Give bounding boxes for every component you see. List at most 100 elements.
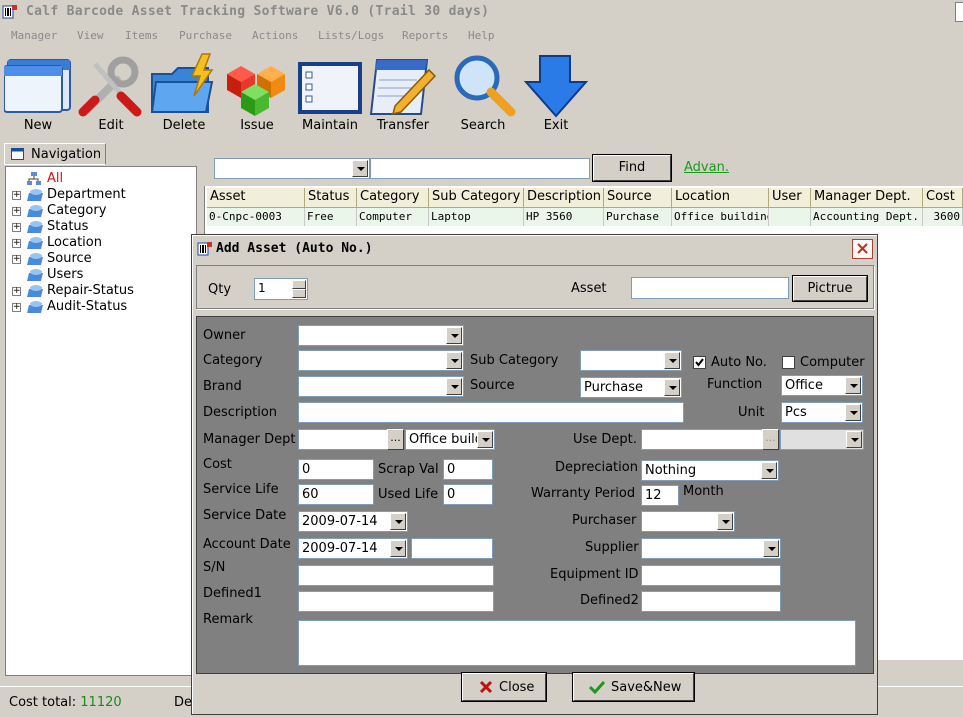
equipment-id-input[interactable] bbox=[641, 565, 781, 586]
stepper-down-icon[interactable] bbox=[292, 289, 306, 298]
service-life-input[interactable]: 60 bbox=[298, 484, 374, 505]
window-control-button[interactable] bbox=[955, 2, 963, 22]
toolbar-edit-button[interactable]: Edit bbox=[74, 48, 148, 138]
chevron-down-icon[interactable] bbox=[446, 352, 462, 369]
used-life-input[interactable]: 0 bbox=[443, 484, 493, 505]
purchaser-select[interactable] bbox=[641, 511, 735, 532]
expand-icon[interactable]: + bbox=[12, 207, 21, 216]
column-header-user[interactable]: User bbox=[769, 188, 811, 208]
chevron-down-icon[interactable] bbox=[446, 378, 462, 395]
column-header-manager-dept[interactable]: Manager Dept. bbox=[811, 188, 923, 208]
chevron-down-icon[interactable] bbox=[664, 379, 680, 396]
chevron-down-icon[interactable] bbox=[763, 540, 779, 557]
save-and-new-button[interactable]: Save&New bbox=[572, 672, 695, 702]
close-button[interactable]: Close bbox=[461, 672, 547, 702]
qty-stepper[interactable]: 1 bbox=[254, 278, 308, 300]
chevron-down-icon[interactable] bbox=[352, 160, 368, 177]
search-input[interactable] bbox=[370, 158, 590, 179]
manager-dept-browse-button[interactable]: ... bbox=[387, 429, 404, 450]
column-header-sub-category[interactable]: Sub Category bbox=[429, 188, 524, 208]
menu-view[interactable]: View bbox=[77, 29, 104, 42]
service-date-picker[interactable]: 2009-07-14 bbox=[298, 511, 408, 532]
expand-icon[interactable]: + bbox=[12, 255, 21, 264]
chevron-down-icon[interactable] bbox=[446, 327, 462, 344]
tree-item-all[interactable]: All bbox=[6, 171, 196, 187]
chevron-down-icon[interactable] bbox=[761, 462, 777, 479]
manager-dept-select[interactable]: Office build bbox=[405, 429, 495, 450]
computer-checkbox[interactable] bbox=[782, 356, 795, 369]
chevron-down-icon[interactable] bbox=[390, 513, 406, 530]
search-field-select[interactable] bbox=[214, 158, 370, 179]
column-header-location[interactable]: Location bbox=[672, 188, 769, 208]
supplier-select[interactable] bbox=[641, 538, 781, 559]
column-header-source[interactable]: Source bbox=[604, 188, 672, 208]
chevron-down-icon[interactable] bbox=[717, 513, 733, 530]
tree-item-status[interactable]: + Status bbox=[6, 219, 196, 235]
tab-navigation[interactable]: Navigation bbox=[4, 143, 106, 165]
account-date-extra-input[interactable] bbox=[411, 538, 493, 559]
column-header-description[interactable]: Description bbox=[524, 188, 604, 208]
chevron-down-icon[interactable] bbox=[845, 377, 861, 394]
menu-help[interactable]: Help bbox=[468, 29, 495, 42]
chevron-down-icon[interactable] bbox=[845, 404, 861, 421]
asset-input[interactable] bbox=[631, 277, 789, 299]
chevron-down-icon[interactable] bbox=[846, 431, 862, 448]
owner-select[interactable] bbox=[298, 325, 464, 346]
expand-icon[interactable]: + bbox=[12, 223, 21, 232]
column-header-asset[interactable]: Asset bbox=[207, 188, 305, 208]
remark-textarea[interactable] bbox=[298, 620, 856, 666]
use-dept-input[interactable] bbox=[641, 429, 763, 450]
menu-purchase[interactable]: Purchase bbox=[179, 29, 232, 42]
expand-icon[interactable]: + bbox=[12, 239, 21, 248]
source-select[interactable]: Purchase bbox=[580, 377, 682, 398]
warranty-period-input[interactable]: 12 bbox=[641, 485, 679, 506]
defined2-input[interactable] bbox=[641, 591, 781, 612]
expand-icon[interactable]: + bbox=[12, 303, 21, 312]
toolbar-search-button[interactable]: Search bbox=[446, 48, 520, 138]
tree-item-users[interactable]: Users bbox=[6, 267, 196, 283]
tree-item-category[interactable]: + Category bbox=[6, 203, 196, 219]
sn-input[interactable] bbox=[298, 565, 494, 586]
description-input[interactable] bbox=[298, 402, 684, 423]
toolbar-exit-button[interactable]: Exit bbox=[519, 48, 593, 138]
manager-dept-input[interactable] bbox=[298, 429, 388, 450]
account-date-picker[interactable]: 2009-07-14 bbox=[298, 538, 408, 559]
function-select[interactable]: Office bbox=[781, 375, 863, 396]
column-header-category[interactable]: Category bbox=[357, 188, 429, 208]
cost-input[interactable]: 0 bbox=[298, 459, 374, 480]
column-header-cost[interactable]: Cost bbox=[923, 188, 963, 208]
toolbar-delete-button[interactable]: Delete bbox=[147, 48, 221, 138]
expand-icon[interactable]: + bbox=[12, 191, 21, 200]
auto-no-checkbox[interactable] bbox=[693, 356, 706, 369]
use-dept-browse-button[interactable]: ... bbox=[762, 429, 779, 450]
tree-item-source[interactable]: + Source bbox=[6, 251, 196, 267]
toolbar-new-button[interactable]: New bbox=[1, 48, 75, 138]
brand-select[interactable] bbox=[298, 376, 464, 397]
chevron-down-icon[interactable] bbox=[664, 352, 680, 369]
defined1-input[interactable] bbox=[298, 591, 494, 612]
menu-lists-logs[interactable]: Lists/Logs bbox=[318, 29, 384, 42]
tree-item-audit-status[interactable]: + Audit-Status bbox=[6, 299, 196, 315]
tree-item-department[interactable]: + Department bbox=[6, 187, 196, 203]
expand-icon[interactable]: + bbox=[12, 287, 21, 296]
chevron-down-icon[interactable] bbox=[390, 540, 406, 557]
toolbar-transfer-button[interactable]: Transfer bbox=[366, 48, 440, 138]
dialog-close-button[interactable] bbox=[852, 239, 873, 259]
find-button[interactable]: Find bbox=[592, 154, 672, 182]
chevron-down-icon[interactable] bbox=[477, 431, 493, 448]
unit-select[interactable]: Pcs bbox=[781, 402, 863, 423]
scrap-val-input[interactable]: 0 bbox=[443, 459, 493, 480]
use-dept-select[interactable] bbox=[780, 429, 864, 450]
depreciation-select[interactable]: Nothing bbox=[641, 460, 779, 481]
menu-reports[interactable]: Reports bbox=[402, 29, 448, 42]
tree-item-repair-status[interactable]: + Repair-Status bbox=[6, 283, 196, 299]
advanced-search-link[interactable]: Advan. bbox=[684, 160, 729, 175]
stepper-up-icon[interactable] bbox=[292, 280, 306, 289]
sub-category-select[interactable] bbox=[580, 350, 682, 371]
column-header-status[interactable]: Status bbox=[305, 188, 357, 208]
toolbar-issue-button[interactable]: Issue bbox=[220, 48, 294, 138]
menu-actions[interactable]: Actions bbox=[252, 29, 298, 42]
toolbar-maintain-button[interactable]: Maintain bbox=[293, 48, 367, 138]
menu-items[interactable]: Items bbox=[125, 29, 158, 42]
picture-button[interactable]: Pictrue bbox=[792, 275, 868, 302]
